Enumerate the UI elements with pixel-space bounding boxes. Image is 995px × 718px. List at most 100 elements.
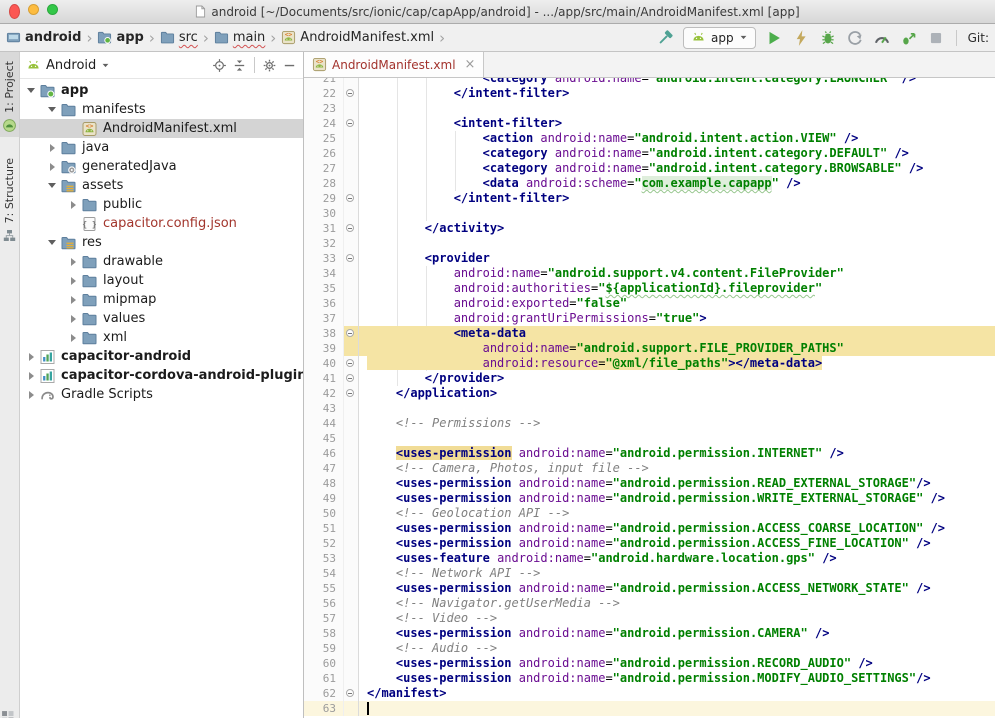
- code-line-45[interactable]: 45: [304, 431, 995, 446]
- tree-item-app[interactable]: app: [20, 81, 303, 100]
- tree-item-mipmap[interactable]: mipmap: [20, 290, 303, 309]
- fold-marker[interactable]: [346, 689, 354, 697]
- project-view-selector[interactable]: Android: [46, 58, 96, 73]
- code-line-23[interactable]: 23: [304, 101, 995, 116]
- breadcrumb-item-main[interactable]: main: [214, 30, 265, 45]
- editor-content[interactable]: 21 <category android:name="android.inten…: [304, 78, 995, 718]
- fold-marker[interactable]: [346, 359, 354, 367]
- zoom-window-button[interactable]: [47, 4, 58, 15]
- tree-item-java[interactable]: java: [20, 138, 303, 157]
- code-line-50[interactable]: 50 <!-- Geolocation API -->: [304, 506, 995, 521]
- code-line-26[interactable]: 26 <category android:name="android.inten…: [304, 146, 995, 161]
- fold-marker[interactable]: [346, 374, 354, 382]
- code-line-42[interactable]: 42 </application>: [304, 386, 995, 401]
- chevron-right-icon[interactable]: [66, 334, 80, 342]
- tree-item-capacitor-android[interactable]: capacitor-android: [20, 347, 303, 366]
- code-line-27[interactable]: 27 <category android:name="android.inten…: [304, 161, 995, 176]
- tree-item-manifests[interactable]: manifests: [20, 100, 303, 119]
- code-line-55[interactable]: 55 <uses-permission android:name="androi…: [304, 581, 995, 596]
- profile-button[interactable]: [846, 29, 864, 47]
- code-line-24[interactable]: 24 <intent-filter>: [304, 116, 995, 131]
- chevron-down-icon[interactable]: [45, 183, 59, 188]
- chevron-right-icon[interactable]: [66, 296, 80, 304]
- tool-window-project-tab[interactable]: 1: Project: [0, 52, 19, 137]
- settings-button[interactable]: [262, 58, 277, 73]
- code-line-35[interactable]: 35 android:authorities="${applicationId}…: [304, 281, 995, 296]
- chevron-right-icon[interactable]: [24, 353, 38, 361]
- code-line-29[interactable]: 29 </intent-filter>: [304, 191, 995, 206]
- code-line-62[interactable]: 62</manifest>: [304, 686, 995, 701]
- code-line-44[interactable]: 44 <!-- Permissions -->: [304, 416, 995, 431]
- tree-item-layout[interactable]: layout: [20, 271, 303, 290]
- chevron-right-icon[interactable]: [66, 277, 80, 285]
- code-line-36[interactable]: 36 android:exported="false": [304, 296, 995, 311]
- tree-item-assets[interactable]: assets: [20, 176, 303, 195]
- code-line-52[interactable]: 52 <uses-permission android:name="androi…: [304, 536, 995, 551]
- code-line-37[interactable]: 37 android:grantUriPermissions="true">: [304, 311, 995, 326]
- tree-item-capacitor-config-json[interactable]: { }capacitor.config.json: [20, 214, 303, 233]
- chevron-down-icon[interactable]: [45, 240, 59, 245]
- code-line-49[interactable]: 49 <uses-permission android:name="androi…: [304, 491, 995, 506]
- apply-changes-button[interactable]: [792, 29, 810, 47]
- fold-marker[interactable]: [346, 224, 354, 232]
- code-line-31[interactable]: 31 </activity>: [304, 221, 995, 236]
- collapse-all-button[interactable]: [232, 58, 247, 73]
- code-line-38[interactable]: 38 <meta-data: [304, 326, 995, 341]
- code-line-58[interactable]: 58 <uses-permission android:name="androi…: [304, 626, 995, 641]
- chevron-down-icon[interactable]: [45, 107, 59, 112]
- tree-item-generatedjava[interactable]: generatedJava: [20, 157, 303, 176]
- code-line-47[interactable]: 47 <!-- Camera, Photos, input file -->: [304, 461, 995, 476]
- close-tab-icon[interactable]: ×: [465, 58, 476, 71]
- tree-item-values[interactable]: values: [20, 309, 303, 328]
- chevron-down-icon[interactable]: [101, 61, 110, 70]
- code-line-61[interactable]: 61 <uses-permission android:name="androi…: [304, 671, 995, 686]
- tool-window-switcher-icon[interactable]: [1, 710, 15, 718]
- breadcrumb-item-app[interactable]: app: [97, 30, 143, 45]
- code-line-56[interactable]: 56 <!-- Navigator.getUserMedia -->: [304, 596, 995, 611]
- code-line-54[interactable]: 54 <!-- Network API -->: [304, 566, 995, 581]
- hide-panel-button[interactable]: [282, 58, 297, 73]
- tree-item-androidmanifest-xml[interactable]: <>AndroidManifest.xml: [20, 119, 303, 138]
- breadcrumb-item-androidmanifest-xml[interactable]: <>AndroidManifest.xml: [281, 30, 434, 45]
- editor-tab-androidmanifest[interactable]: <> AndroidManifest.xml ×: [304, 52, 484, 77]
- android-profiler-button[interactable]: [873, 29, 891, 47]
- code-line-48[interactable]: 48 <uses-permission android:name="androi…: [304, 476, 995, 491]
- tree-item-res[interactable]: res: [20, 233, 303, 252]
- fold-marker[interactable]: [346, 89, 354, 97]
- chevron-right-icon[interactable]: [66, 315, 80, 323]
- chevron-right-icon[interactable]: [24, 391, 38, 399]
- tree-item-drawable[interactable]: drawable: [20, 252, 303, 271]
- code-line-40[interactable]: 40 android:resource="@xml/file_paths"></…: [304, 356, 995, 371]
- code-line-41[interactable]: 41 </provider>: [304, 371, 995, 386]
- tree-item-xml[interactable]: xml: [20, 328, 303, 347]
- fold-marker[interactable]: [346, 389, 354, 397]
- code-line-33[interactable]: 33 <provider: [304, 251, 995, 266]
- code-line-43[interactable]: 43: [304, 401, 995, 416]
- close-window-button[interactable]: [9, 4, 20, 19]
- code-line-57[interactable]: 57 <!-- Video -->: [304, 611, 995, 626]
- breadcrumb-item-android[interactable]: android: [6, 30, 81, 45]
- tree-item-public[interactable]: public: [20, 195, 303, 214]
- fold-marker[interactable]: [346, 119, 354, 127]
- fold-marker[interactable]: [346, 194, 354, 202]
- code-line-60[interactable]: 60 <uses-permission android:name="androi…: [304, 656, 995, 671]
- code-line-25[interactable]: 25 <action android:name="android.intent.…: [304, 131, 995, 146]
- code-line-22[interactable]: 22 </intent-filter>: [304, 86, 995, 101]
- fold-marker[interactable]: [346, 254, 354, 262]
- debug-button[interactable]: [819, 29, 837, 47]
- run-configuration-select[interactable]: app: [683, 27, 756, 49]
- attach-debugger-button[interactable]: [900, 29, 918, 47]
- tree-item-gradle-scripts[interactable]: Gradle Scripts: [20, 385, 303, 404]
- code-line-59[interactable]: 59 <!-- Audio -->: [304, 641, 995, 656]
- minimize-window-button[interactable]: [28, 4, 39, 15]
- chevron-right-icon[interactable]: [66, 258, 80, 266]
- tool-window-structure-tab[interactable]: 7: Structure: [0, 149, 19, 247]
- code-line-53[interactable]: 53 <uses-feature android:name="android.h…: [304, 551, 995, 566]
- code-line-51[interactable]: 51 <uses-permission android:name="androi…: [304, 521, 995, 536]
- chevron-down-icon[interactable]: [24, 88, 38, 93]
- code-line-39[interactable]: 39 android:name="android.support.FILE_PR…: [304, 341, 995, 356]
- code-line-46[interactable]: 46 <uses-permission android:name="androi…: [304, 446, 995, 461]
- fold-marker[interactable]: [346, 329, 354, 337]
- code-line-34[interactable]: 34 android:name="android.support.v4.cont…: [304, 266, 995, 281]
- breadcrumb-item-src[interactable]: src: [160, 30, 198, 45]
